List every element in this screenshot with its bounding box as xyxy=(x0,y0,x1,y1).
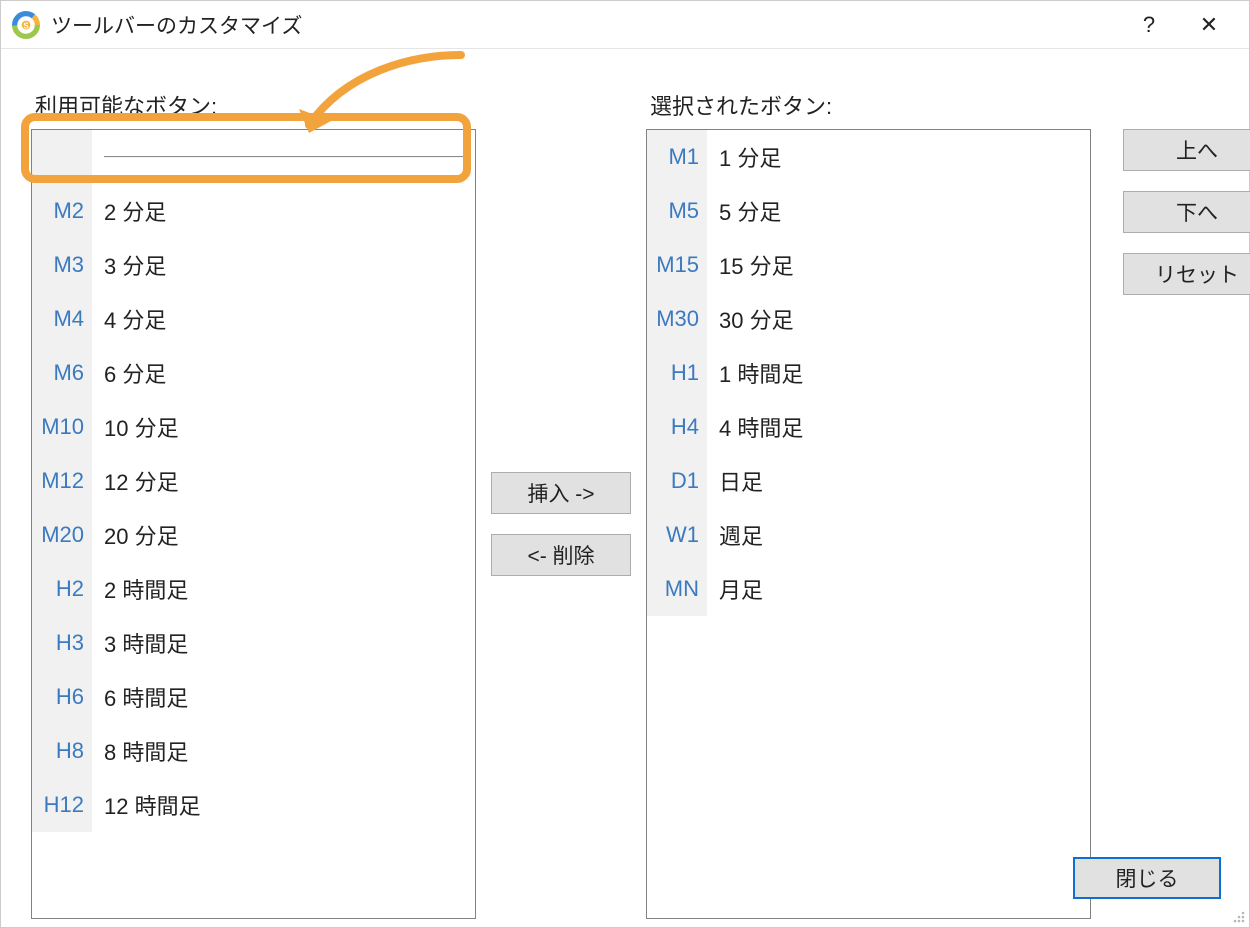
list-item[interactable]: M1212 分足 xyxy=(32,454,475,508)
resize-grip-icon[interactable] xyxy=(1229,907,1247,925)
timeframe-desc: 週足 xyxy=(707,519,763,551)
timeframe-code: D1 xyxy=(647,454,707,508)
list-item[interactable]: M1010 分足 xyxy=(32,400,475,454)
timeframe-code: MN xyxy=(647,562,707,616)
timeframe-code: H2 xyxy=(32,562,92,616)
list-item[interactable]: M22 分足 xyxy=(32,184,475,238)
list-item[interactable]: H33 時間足 xyxy=(32,616,475,670)
list-item[interactable]: M44 分足 xyxy=(32,292,475,346)
insert-button[interactable]: 挿入 -> xyxy=(491,472,631,514)
close-button[interactable]: 閉じる xyxy=(1073,857,1221,899)
list-item[interactable]: H11 時間足 xyxy=(647,346,1090,400)
dialog-body: 利用可能なボタン: 選択されたボタン: M22 分足M33 分足M44 分足M6… xyxy=(1,49,1249,927)
timeframe-code: M10 xyxy=(32,400,92,454)
timeframe-code: M3 xyxy=(32,238,92,292)
timeframe-code: M12 xyxy=(32,454,92,508)
timeframe-code: H1 xyxy=(647,346,707,400)
timeframe-desc: 月足 xyxy=(707,573,763,605)
list-item[interactable]: M1515 分足 xyxy=(647,238,1090,292)
list-item[interactable]: H22 時間足 xyxy=(32,562,475,616)
list-item[interactable]: M66 分足 xyxy=(32,346,475,400)
timeframe-code: W1 xyxy=(647,508,707,562)
app-icon: S xyxy=(11,10,41,40)
timeframe-code: H3 xyxy=(32,616,92,670)
available-buttons-list[interactable]: M22 分足M33 分足M44 分足M66 分足M1010 分足M1212 分足… xyxy=(31,129,476,919)
move-up-button[interactable]: 上へ xyxy=(1123,129,1250,171)
timeframe-desc: 6 分足 xyxy=(92,357,166,389)
timeframe-code: M30 xyxy=(647,292,707,346)
timeframe-desc: 6 時間足 xyxy=(92,681,188,713)
transfer-buttons: 挿入 -> <- 削除 xyxy=(476,129,646,919)
list-item[interactable]: H88 時間足 xyxy=(32,724,475,778)
list-item[interactable]: H1212 時間足 xyxy=(32,778,475,832)
list-item[interactable]: M2020 分足 xyxy=(32,508,475,562)
timeframe-desc: 3 時間足 xyxy=(92,627,188,659)
svg-text:S: S xyxy=(23,21,28,30)
timeframe-code: M15 xyxy=(647,238,707,292)
list-item[interactable]: M3030 分足 xyxy=(647,292,1090,346)
timeframe-code: M6 xyxy=(32,346,92,400)
selected-label: 選択されたボタン: xyxy=(646,89,1091,129)
timeframe-desc: 2 時間足 xyxy=(92,573,188,605)
window-close-button[interactable]: ✕ xyxy=(1179,12,1239,38)
order-buttons: 上へ 下へ リセット xyxy=(1091,129,1250,919)
list-item[interactable]: M55 分足 xyxy=(647,184,1090,238)
timeframe-code: H4 xyxy=(647,400,707,454)
timeframe-code: M1 xyxy=(647,130,707,184)
list-item[interactable]: M33 分足 xyxy=(32,238,475,292)
selected-buttons-list[interactable]: M11 分足M55 分足M1515 分足M3030 分足H11 時間足H44 時… xyxy=(646,129,1091,919)
list-item[interactable]: M11 分足 xyxy=(647,130,1090,184)
titlebar: S ツールバーのカスタマイズ ? ✕ xyxy=(1,1,1249,49)
timeframe-code: M2 xyxy=(32,184,92,238)
list-item[interactable]: MN月足 xyxy=(647,562,1090,616)
timeframe-desc: 8 時間足 xyxy=(92,735,188,767)
timeframe-desc: 5 分足 xyxy=(707,195,781,227)
timeframe-desc: 4 時間足 xyxy=(707,411,803,443)
timeframe-code: M5 xyxy=(647,184,707,238)
timeframe-desc: 2 分足 xyxy=(92,195,166,227)
timeframe-desc: 12 分足 xyxy=(92,465,179,497)
window-title: ツールバーのカスタマイズ xyxy=(51,10,302,40)
customize-toolbars-dialog: S ツールバーのカスタマイズ ? ✕ 利用可能なボタン: 選択されたボタン: M… xyxy=(0,0,1250,928)
list-item[interactable]: H66 時間足 xyxy=(32,670,475,724)
timeframe-desc: 1 分足 xyxy=(707,141,781,173)
timeframe-desc: 4 分足 xyxy=(92,303,166,335)
timeframe-desc: 20 分足 xyxy=(92,519,179,551)
timeframe-desc: 3 分足 xyxy=(92,249,166,281)
timeframe-code: M4 xyxy=(32,292,92,346)
timeframe-code: H8 xyxy=(32,724,92,778)
timeframe-code: H6 xyxy=(32,670,92,724)
timeframe-code: H12 xyxy=(32,778,92,832)
remove-button[interactable]: <- 削除 xyxy=(491,534,631,576)
timeframe-desc: 10 分足 xyxy=(92,411,179,443)
move-down-button[interactable]: 下へ xyxy=(1123,191,1250,233)
timeframe-desc: 15 分足 xyxy=(707,249,794,281)
timeframe-desc: 30 分足 xyxy=(707,303,794,335)
available-label: 利用可能なボタン: xyxy=(31,89,476,129)
list-item[interactable]: W1週足 xyxy=(647,508,1090,562)
list-item[interactable]: H44 時間足 xyxy=(647,400,1090,454)
timeframe-code: M20 xyxy=(32,508,92,562)
help-button[interactable]: ? xyxy=(1119,12,1179,38)
timeframe-desc: 1 時間足 xyxy=(707,357,803,389)
timeframe-desc: 日足 xyxy=(707,465,763,497)
separator-item[interactable] xyxy=(32,130,475,184)
list-item[interactable]: D1日足 xyxy=(647,454,1090,508)
timeframe-desc: 12 時間足 xyxy=(92,789,201,821)
reset-button[interactable]: リセット xyxy=(1123,253,1250,295)
